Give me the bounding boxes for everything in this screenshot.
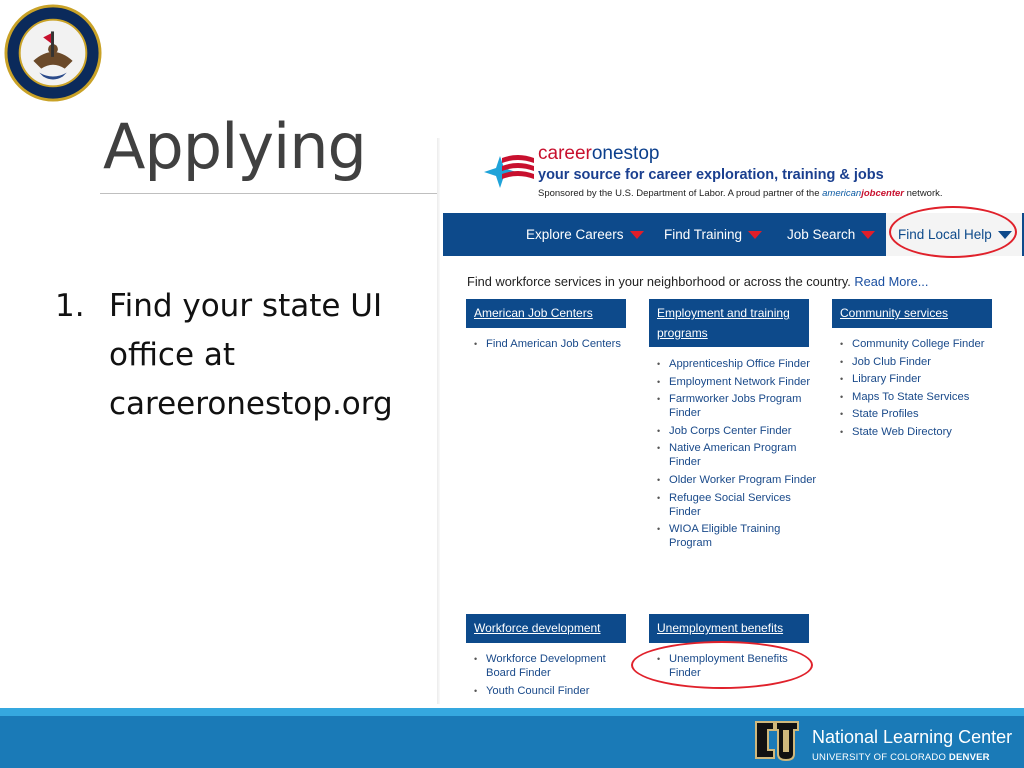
bullet-number: 1. bbox=[55, 288, 85, 324]
slide-title: Applying bbox=[103, 110, 367, 183]
link-youth-council-finder[interactable]: Youth Council Finder bbox=[474, 684, 636, 698]
link-community-college-finder[interactable]: Community College Finder bbox=[840, 337, 1002, 351]
bullet-text: Find your state UI office at careeronest… bbox=[109, 288, 393, 422]
link-library-finder[interactable]: Library Finder bbox=[840, 372, 1002, 386]
link-find-american-job-centers[interactable]: Find American Job Centers bbox=[474, 337, 636, 351]
highlight-ring-unemployment-benefits bbox=[631, 641, 813, 689]
link-wioa-eligible-training-program[interactable]: WIOA Eligible Training Program bbox=[657, 522, 819, 550]
caret-down-icon bbox=[748, 231, 763, 240]
link-workforce-development-board-finder[interactable]: Workforce Development Board Finder bbox=[474, 652, 636, 680]
caret-down-icon bbox=[861, 231, 876, 240]
employment-training-links: Apprenticeship Office Finder Employment … bbox=[657, 357, 819, 554]
nav-job-search[interactable]: Job Search bbox=[787, 213, 876, 256]
category-american-job-centers[interactable]: American Job Centers bbox=[466, 299, 626, 328]
cu-logo bbox=[755, 721, 799, 762]
caret-down-icon bbox=[629, 231, 644, 240]
careeronestop-flag-icon bbox=[484, 155, 534, 188]
link-native-american-program-finder[interactable]: Native American Program Finder bbox=[657, 441, 819, 469]
link-employment-network-finder[interactable]: Employment Network Finder bbox=[657, 375, 819, 389]
link-refugee-social-services-finder[interactable]: Refugee Social Services Finder bbox=[657, 491, 819, 519]
link-job-club-finder[interactable]: Job Club Finder bbox=[840, 355, 1002, 369]
link-state-profiles[interactable]: State Profiles bbox=[840, 407, 1002, 421]
nav-find-training[interactable]: Find Training bbox=[664, 213, 763, 256]
nav-explore-careers[interactable]: Explore Careers bbox=[526, 213, 644, 256]
link-state-web-directory[interactable]: State Web Directory bbox=[840, 425, 1002, 439]
category-unemployment-benefits[interactable]: Unemployment benefits bbox=[649, 614, 809, 643]
link-farmworker-jobs-program-finder[interactable]: Farmworker Jobs Program Finder bbox=[657, 392, 819, 420]
category-employment-training[interactable]: Employment and training programs bbox=[649, 299, 809, 347]
read-more-link[interactable]: Read More... bbox=[854, 274, 928, 289]
footer-org-name: National Learning Center bbox=[812, 727, 1013, 747]
navy-seal-logo bbox=[4, 4, 102, 102]
careeronestop-screenshot: careeronestop your source for career exp… bbox=[440, 138, 1024, 704]
community-services-links: Community College Finder Job Club Finder… bbox=[840, 337, 1002, 443]
link-maps-to-state-services[interactable]: Maps To State Services bbox=[840, 390, 1002, 404]
category-workforce-development[interactable]: Workforce development bbox=[466, 614, 626, 643]
careeronestop-logo-text: careeronestop bbox=[538, 143, 660, 164]
title-divider bbox=[100, 193, 438, 194]
category-community-services[interactable]: Community services bbox=[832, 299, 992, 328]
sponsor-text: Sponsored by the U.S. Department of Labo… bbox=[538, 188, 943, 199]
workforce-development-links: Workforce Development Board Finder Youth… bbox=[474, 652, 636, 701]
site-tagline: your source for career exploration, trai… bbox=[538, 167, 884, 183]
bullet-point: 1. Find your state UI office at careeron… bbox=[55, 282, 425, 429]
footer-org-subtitle: UNIVERSITY OF COLORADO DENVER bbox=[812, 752, 990, 763]
intro-text: Find workforce services in your neighbor… bbox=[467, 274, 929, 289]
footer-stripe bbox=[0, 708, 1024, 716]
american-job-centers-links: Find American Job Centers bbox=[474, 337, 636, 355]
link-older-worker-program-finder[interactable]: Older Worker Program Finder bbox=[657, 473, 819, 487]
link-job-corps-center-finder[interactable]: Job Corps Center Finder bbox=[657, 424, 819, 438]
link-apprenticeship-office-finder[interactable]: Apprenticeship Office Finder bbox=[657, 357, 819, 371]
americanjobcenter-logo: americanjobcenter bbox=[822, 188, 904, 199]
highlight-ring-find-local-help bbox=[889, 206, 1017, 258]
